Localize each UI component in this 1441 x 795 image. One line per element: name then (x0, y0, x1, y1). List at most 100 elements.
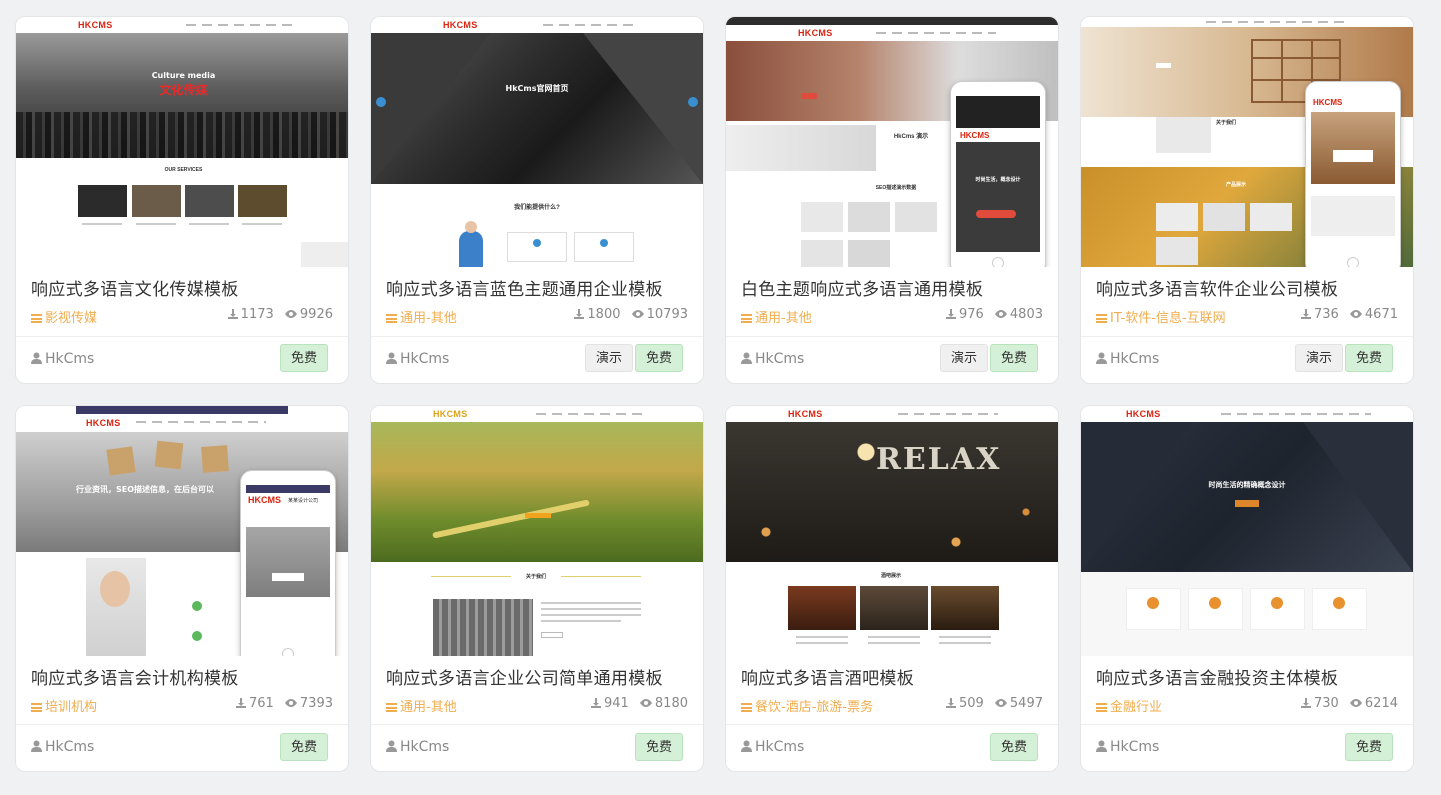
template-title[interactable]: 白色主题响应式多语言通用模板 (741, 275, 1046, 300)
phone-text: 时尚生活，概念设计 (975, 177, 1021, 183)
free-button[interactable]: 免费 (634, 344, 683, 372)
template-category[interactable]: 通用-其他 (386, 696, 457, 715)
template-stats: 976 4803 (939, 307, 1043, 322)
free-button[interactable]: 免费 (634, 733, 683, 761)
menu-icon (1096, 314, 1107, 323)
template-thumbnail[interactable]: 关于我们 产品展示 HKCMS (1081, 17, 1413, 267)
template-author: HkCms (386, 351, 449, 367)
template-thumbnail[interactable]: HKCMS 关于我们 (371, 406, 703, 656)
template-author: HkCms (386, 739, 449, 755)
menu-icon (741, 314, 752, 323)
download-count: 509 (958, 696, 984, 711)
user-icon (741, 740, 752, 752)
download-icon (945, 309, 956, 319)
eye-icon (1349, 310, 1362, 318)
thumb-logo: HKCMS (798, 28, 833, 38)
template-category[interactable]: 培训机构 (31, 696, 97, 715)
template-category[interactable]: 通用-其他 (386, 307, 457, 326)
view-count: 4671 (1364, 307, 1398, 322)
thumb-logo: HKCMS (788, 409, 823, 419)
template-card[interactable]: HKCMS RELAX 酒吧展示 响应式多语言酒吧模板 餐饮-酒店-旅游-票务 … (725, 405, 1059, 772)
demo-button[interactable]: 演示 (1294, 344, 1343, 372)
template-title[interactable]: 响应式多语言文化传媒模板 (31, 275, 336, 300)
template-category[interactable]: 金融行业 (1096, 696, 1162, 715)
template-card[interactable]: 关于我们 产品展示 HKCMS 响应式多语言软件企业公司模板 IT-软件-信息-… (1080, 16, 1414, 384)
eye-icon (1349, 699, 1362, 707)
template-card[interactable]: HKCMS 行业资讯，SEO描述信息，在后台可以 HKCMS 某某设计公司 响应… (15, 405, 349, 772)
free-button[interactable]: 免费 (989, 344, 1038, 372)
template-stats: 730 6214 (1294, 696, 1398, 711)
template-card[interactable]: HKCMS 时尚生活的精确概念设计 响应式多语言金融投资主体模板 金融行业 73… (1080, 405, 1414, 772)
phone-mockup: HKCMS 某某设计公司 (240, 470, 336, 656)
template-card[interactable]: HKCMS HkCms 演示 SEO描述演示数据 HKCMS 时尚生活，概念设计… (725, 16, 1059, 384)
eye-icon (994, 310, 1007, 318)
template-thumbnail[interactable]: HKCMS Culture media 文化传媒 OUR SERVICES (16, 17, 348, 267)
download-icon (590, 698, 601, 708)
free-button[interactable]: 免费 (279, 733, 328, 761)
free-button[interactable]: 免费 (279, 344, 328, 372)
template-title[interactable]: 响应式多语言金融投资主体模板 (1096, 664, 1401, 689)
view-count: 6214 (1364, 696, 1398, 711)
menu-icon (31, 314, 42, 323)
eye-icon (639, 699, 652, 707)
template-card[interactable]: HKCMS 关于我们 响应式多语言企业公司简单通用模板 通用-其他 941 81… (370, 405, 704, 772)
free-button[interactable]: 免费 (989, 733, 1038, 761)
thumb-section: OUR SERVICES (164, 167, 203, 173)
thumb-hero: HkCms官网首页 (505, 84, 569, 93)
eye-icon (284, 699, 297, 707)
template-title[interactable]: 响应式多语言会计机构模板 (31, 664, 336, 689)
thumb-logo: HKCMS (1126, 409, 1161, 419)
free-button[interactable]: 免费 (1344, 344, 1393, 372)
download-icon (227, 309, 238, 319)
thumb-hero-cn: 文化传媒 (159, 83, 208, 97)
user-icon (31, 740, 42, 752)
template-card[interactable]: HKCMS Culture media 文化传媒 OUR SERVICES 响应… (15, 16, 349, 384)
template-thumbnail[interactable]: HKCMS 时尚生活的精确概念设计 (1081, 406, 1413, 656)
template-title[interactable]: 响应式多语言软件企业公司模板 (1096, 275, 1401, 300)
template-thumbnail[interactable]: HKCMS 行业资讯，SEO描述信息，在后台可以 HKCMS 某某设计公司 (16, 406, 348, 656)
thumb-logo: HKCMS (443, 20, 478, 30)
menu-icon (31, 703, 42, 712)
thumb-logo: HKCMS (433, 409, 468, 419)
template-thumbnail[interactable]: HKCMS RELAX 酒吧展示 (726, 406, 1058, 656)
template-thumbnail[interactable]: HKCMS HkCms 演示 SEO描述演示数据 HKCMS 时尚生活，概念设计 (726, 17, 1058, 267)
thumb-hero: 时尚生活的精确概念设计 (1208, 481, 1286, 489)
thumb-section-2: 产品展示 (1225, 182, 1246, 188)
phone-company: 某某设计公司 (288, 498, 319, 504)
download-count: 730 (1313, 696, 1339, 711)
template-category[interactable]: 餐饮-酒店-旅游-票务 (741, 696, 873, 715)
template-card[interactable]: HKCMS HkCms官网首页 我们能提供什么? 响应式多语言蓝色主题通用企业模… (370, 16, 704, 384)
template-stats: 761 7393 (229, 696, 333, 711)
template-category[interactable]: 影视传媒 (31, 307, 97, 326)
template-title[interactable]: 响应式多语言酒吧模板 (741, 664, 1046, 689)
template-title[interactable]: 响应式多语言蓝色主题通用企业模板 (386, 275, 691, 300)
download-count: 976 (958, 307, 984, 322)
template-stats: 941 8180 (584, 696, 688, 711)
template-author: HkCms (1096, 351, 1159, 367)
demo-button[interactable]: 演示 (939, 344, 988, 372)
template-category[interactable]: IT-软件-信息-互联网 (1096, 307, 1226, 326)
thumb-hero-en: Culture media (151, 71, 216, 80)
download-count: 941 (603, 696, 629, 711)
template-author: HkCms (741, 351, 804, 367)
template-title[interactable]: 响应式多语言企业公司简单通用模板 (386, 664, 691, 689)
user-icon (741, 352, 752, 364)
user-icon (386, 352, 397, 364)
template-thumbnail[interactable]: HKCMS HkCms官网首页 我们能提供什么? (371, 17, 703, 267)
user-icon (31, 352, 42, 364)
thumb-section: 关于我们 (1216, 120, 1237, 126)
template-stats: 509 5497 (939, 696, 1043, 711)
view-count: 4803 (1009, 307, 1043, 322)
menu-icon (1096, 703, 1107, 712)
view-count: 7393 (299, 696, 333, 711)
eye-icon (284, 310, 297, 318)
thumb-logo: HKCMS (86, 418, 121, 428)
demo-button[interactable]: 演示 (584, 344, 633, 372)
download-icon (574, 309, 585, 319)
free-button[interactable]: 免费 (1344, 733, 1393, 761)
template-category[interactable]: 通用-其他 (741, 307, 812, 326)
download-count: 1800 (587, 307, 621, 322)
download-icon (235, 698, 246, 708)
view-count: 10793 (646, 307, 688, 322)
menu-icon (386, 703, 397, 712)
